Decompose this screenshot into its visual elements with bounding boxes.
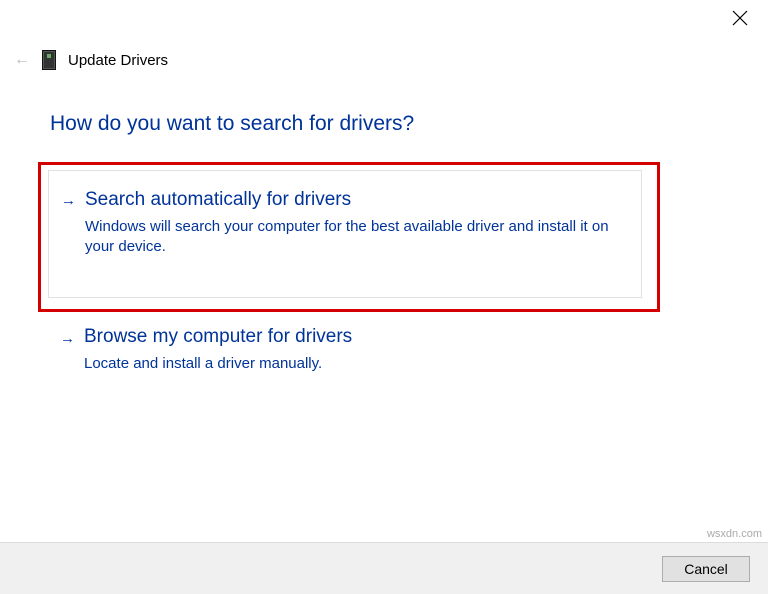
- dialog-footer: Cancel: [0, 542, 768, 594]
- dialog-header: ← Update Drivers: [14, 50, 168, 70]
- close-icon: [732, 10, 748, 26]
- back-arrow-icon[interactable]: ←: [14, 51, 30, 69]
- option-description: Locate and install a driver manually.: [84, 354, 624, 374]
- close-button[interactable]: [732, 10, 750, 28]
- option-browse-computer[interactable]: → Browse my computer for drivers Locate …: [48, 318, 642, 392]
- option-description: Windows will search your computer for th…: [85, 217, 623, 258]
- cancel-button[interactable]: Cancel: [662, 556, 750, 582]
- device-icon: [42, 50, 56, 70]
- option-title: Browse my computer for drivers: [84, 326, 624, 348]
- watermark-text: wsxdn.com: [707, 528, 762, 540]
- dialog-title: Update Drivers: [68, 52, 168, 69]
- arrow-right-icon: →: [61, 192, 76, 209]
- option-search-automatically[interactable]: → Search automatically for drivers Windo…: [48, 170, 642, 298]
- arrow-right-icon: →: [60, 330, 75, 347]
- update-drivers-dialog: ← Update Drivers How do you want to sear…: [0, 0, 768, 594]
- question-heading: How do you want to search for drivers?: [50, 112, 414, 136]
- option-title: Search automatically for drivers: [85, 189, 623, 211]
